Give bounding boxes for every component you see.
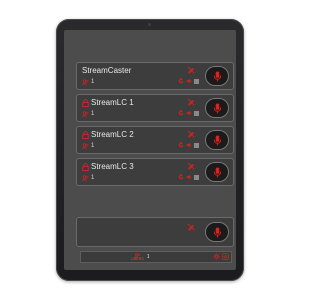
edit-off-icon[interactable] xyxy=(187,223,195,231)
station-controls xyxy=(178,110,199,116)
mic-icon xyxy=(213,227,221,237)
user-count-row: 1 xyxy=(82,111,94,117)
users-status: USERS 1 xyxy=(131,252,150,262)
lock-icon xyxy=(82,162,89,171)
users-label: USERS xyxy=(131,256,144,261)
mic-button[interactable] xyxy=(205,222,229,242)
user-count: 1 xyxy=(91,111,95,117)
user-count-row: 1 xyxy=(82,79,94,85)
mic-button[interactable] xyxy=(205,162,229,182)
edit-off-icon[interactable] xyxy=(187,98,195,106)
user-count: 1 xyxy=(91,143,95,149)
refresh-icon[interactable] xyxy=(178,110,184,116)
users-status-indicator: USERS xyxy=(131,252,144,262)
mic-icon xyxy=(213,103,221,113)
station-controls xyxy=(178,78,199,84)
station-card-streamlc-2[interactable]: StreamLC 2 1 xyxy=(76,126,234,154)
station-controls xyxy=(178,142,199,148)
station-title: StreamLC 2 xyxy=(82,130,134,139)
refresh-icon[interactable] xyxy=(178,78,184,84)
user-icon xyxy=(82,79,89,85)
station-title: StreamLC 1 xyxy=(82,98,134,107)
mic-button[interactable] xyxy=(205,66,229,86)
station-title: StreamCaster xyxy=(82,66,131,75)
users-count: 1 xyxy=(146,254,150,260)
level-indicator xyxy=(194,78,199,84)
edit-off-icon[interactable] xyxy=(187,130,195,138)
camera-dot xyxy=(148,23,151,26)
station-name: StreamLC 2 xyxy=(91,130,134,139)
mic-button[interactable] xyxy=(205,98,229,118)
station-card-streamcaster[interactable]: StreamCaster 1 xyxy=(76,62,234,90)
speaker-icon[interactable] xyxy=(186,78,192,84)
speaker-icon[interactable] xyxy=(186,174,192,180)
station-controls xyxy=(178,174,199,180)
lock-icon xyxy=(82,98,89,107)
speaker-icon[interactable] xyxy=(186,110,192,116)
broadcast-card[interactable] xyxy=(76,217,234,247)
user-count-row: 1 xyxy=(82,143,94,149)
station-title: StreamLC 3 xyxy=(82,162,134,171)
user-icon xyxy=(82,111,89,117)
station-name: StreamLC 3 xyxy=(91,162,134,171)
status-bar-controls xyxy=(213,253,229,260)
settings-icon[interactable] xyxy=(213,253,220,260)
station-name: StreamLC 1 xyxy=(91,98,134,107)
power-icon[interactable] xyxy=(222,253,229,260)
mic-icon xyxy=(213,71,221,81)
status-bar: USERS 1 xyxy=(80,251,232,263)
station-card-streamlc-3[interactable]: StreamLC 3 1 xyxy=(76,158,234,186)
station-name: StreamCaster xyxy=(82,66,132,75)
level-indicator xyxy=(194,142,199,148)
app-screen: StreamCaster 1 StreamLC 1 1 StreamLC 2 1… xyxy=(64,30,236,270)
user-count: 1 xyxy=(91,79,95,85)
tablet-frame: StreamCaster 1 StreamLC 1 1 StreamLC 2 1… xyxy=(56,19,244,281)
user-count: 1 xyxy=(91,175,95,181)
level-indicator xyxy=(194,110,199,116)
mic-icon xyxy=(213,167,221,177)
user-count-row: 1 xyxy=(82,175,94,181)
refresh-icon[interactable] xyxy=(178,174,184,180)
user-icon xyxy=(82,175,89,181)
user-icon xyxy=(82,143,89,149)
lock-icon xyxy=(82,130,89,139)
station-card-streamlc-1[interactable]: StreamLC 1 1 xyxy=(76,94,234,122)
edit-off-icon[interactable] xyxy=(187,66,195,74)
mic-button[interactable] xyxy=(205,130,229,150)
mic-icon xyxy=(213,135,221,145)
level-indicator xyxy=(194,174,199,180)
refresh-icon[interactable] xyxy=(178,142,184,148)
edit-off-icon[interactable] xyxy=(187,162,195,170)
speaker-icon[interactable] xyxy=(186,142,192,148)
